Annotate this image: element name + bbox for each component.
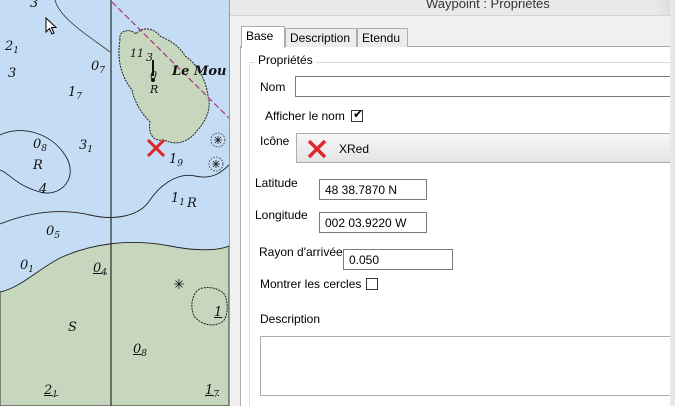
depth-sounding: 3 [30, 0, 39, 11]
tab-description[interactable]: Description [285, 28, 357, 47]
island-sounding: 3 [146, 51, 153, 64]
tab-etendu[interactable]: Etendu [357, 28, 408, 47]
nautical-chart[interactable]: 3 21 3 07 17 08 31 R 4 19 11 R 05 01 04 … [0, 0, 229, 406]
depth-sounding: S [68, 320, 77, 335]
arrival-radius-input[interactable]: 0.050 [343, 249, 453, 270]
name-label: Nom [260, 80, 286, 94]
arrival-radius-label: Rayon d'arrivée [259, 245, 343, 259]
title-bar[interactable]: Waypoint : Propriétés [230, 0, 675, 16]
show-circles-label: Montrer les cercles [260, 277, 362, 291]
depth-sounding: 08 [33, 137, 48, 154]
show-name-label: Afficher le nom [265, 109, 345, 123]
latitude-input[interactable]: 48 38.7870 N [319, 179, 427, 200]
depth-sounding: 31 [79, 138, 94, 155]
longitude-input[interactable]: 002 03.9220 W [319, 212, 427, 233]
red-x-icon [307, 139, 327, 159]
depth-sounding: R [187, 196, 197, 211]
right-edge-scrollbar[interactable] [670, 0, 675, 406]
depth-sounding: R [33, 158, 43, 173]
depth-sounding: 17 [205, 383, 220, 400]
description-label: Description [260, 312, 321, 326]
icon-selector[interactable]: XRed [296, 133, 675, 163]
depth-sounding: 19 [169, 152, 184, 169]
mouse-cursor-icon [45, 17, 57, 35]
icon-value: XRed [339, 142, 370, 156]
show-circles-checkbox[interactable] [366, 278, 378, 290]
island-sounding: 11 [130, 47, 144, 60]
group-label: Propriétés [255, 53, 316, 67]
depth-sounding: 1 [214, 305, 223, 320]
depth-sounding: 3 [8, 66, 17, 81]
depth-sounding: 4 [39, 182, 48, 197]
island-name: Le Mou [172, 64, 227, 79]
depth-sounding: 11 [171, 191, 186, 208]
latitude-label: Latitude [255, 176, 298, 190]
island-sounding: 0 [150, 69, 157, 82]
island-sounding: R [150, 83, 159, 96]
depth-sounding: 04 [93, 261, 108, 278]
depth-sounding: 01 [20, 258, 35, 275]
checkmark-icon: ✔ [353, 107, 364, 121]
dialog-title: Waypoint : Propriétés [426, 0, 550, 11]
name-input[interactable] [295, 76, 675, 97]
show-name-checkbox[interactable]: ✔ [351, 107, 364, 122]
depth-sounding: 08 [133, 342, 148, 359]
depth-sounding: 21 [5, 39, 20, 56]
depth-sounding: 17 [68, 85, 83, 102]
icon-label: Icône [260, 134, 290, 148]
depth-sounding: 05 [46, 224, 61, 241]
depth-sounding: 21 [44, 383, 59, 400]
tab-base[interactable]: Base [241, 26, 285, 48]
longitude-label: Longitude [255, 208, 308, 222]
depth-sounding: 07 [91, 59, 106, 76]
description-textarea[interactable] [260, 336, 675, 396]
